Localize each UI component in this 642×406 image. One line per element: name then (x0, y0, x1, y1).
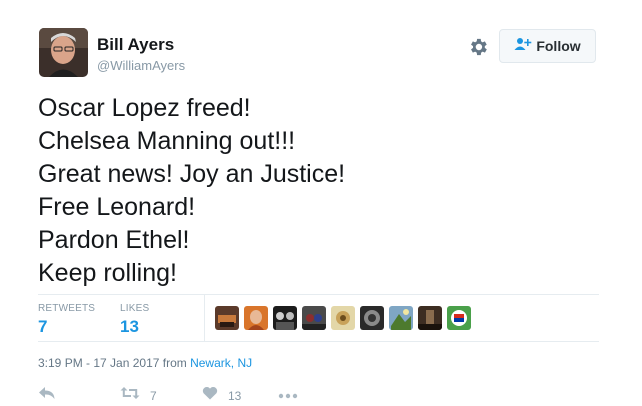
follow-button-label: Follow (536, 38, 581, 54)
tweet-card: Bill Ayers @WilliamAyers Follow Oscar Lo… (0, 0, 642, 405)
tweet-text: Oscar Lopez freed! Chelsea Manning out!!… (38, 92, 345, 290)
location-link[interactable]: Newark, NJ (190, 356, 252, 370)
tweet-line: Pardon Ethel! (38, 226, 190, 254)
retweets-label: RETWEETS (38, 303, 96, 314)
liker-avatar[interactable] (244, 306, 268, 330)
user-name[interactable]: Bill Ayers (97, 35, 174, 55)
likes-stat[interactable]: LIKES 13 (120, 303, 149, 337)
tweet-line: Oscar Lopez freed! (38, 94, 251, 122)
tweet-stats: RETWEETS 7 LIKES 13 (38, 294, 599, 342)
liker-avatar[interactable] (273, 306, 297, 330)
liker-avatars (215, 306, 471, 330)
timestamp-text[interactable]: 3:19 PM - 17 Jan 2017 from (38, 356, 190, 370)
tweet-line: Free Leonard! (38, 193, 196, 221)
follow-button[interactable]: Follow (499, 29, 596, 63)
retweet-count: 7 (150, 388, 157, 403)
liker-avatar[interactable] (447, 306, 471, 330)
liker-avatar[interactable] (389, 306, 413, 330)
heart-icon (202, 386, 218, 405)
follow-person-icon (514, 37, 532, 56)
retweet-icon (120, 386, 140, 405)
gear-icon[interactable] (467, 36, 489, 58)
stats-divider (204, 295, 205, 341)
retweets-stat[interactable]: RETWEETS 7 (38, 303, 95, 337)
more-button[interactable] (278, 386, 298, 404)
retweets-count: 7 (38, 317, 48, 336)
tweet-line: Great news! Joy an Justice! (38, 160, 346, 188)
reply-icon (38, 386, 56, 405)
liker-avatar[interactable] (331, 306, 355, 330)
tweet-timestamp: 3:19 PM - 17 Jan 2017 from Newark, NJ (38, 356, 252, 370)
liker-avatar[interactable] (418, 306, 442, 330)
like-count: 13 (228, 388, 242, 403)
retweet-button[interactable]: 7 (120, 386, 157, 405)
likes-label: LIKES (120, 303, 150, 314)
reply-button[interactable] (38, 386, 56, 405)
liker-avatar[interactable] (360, 306, 384, 330)
like-button[interactable]: 13 (202, 386, 241, 405)
liker-avatar[interactable] (302, 306, 326, 330)
user-handle[interactable]: @WilliamAyers (97, 58, 185, 73)
tweet-line: Chelsea Manning out!!! (38, 127, 296, 155)
liker-avatar[interactable] (215, 306, 239, 330)
likes-count: 13 (120, 317, 139, 336)
more-icon (278, 386, 298, 404)
tweet-line: Keep rolling! (38, 259, 177, 287)
avatar[interactable] (39, 28, 88, 77)
